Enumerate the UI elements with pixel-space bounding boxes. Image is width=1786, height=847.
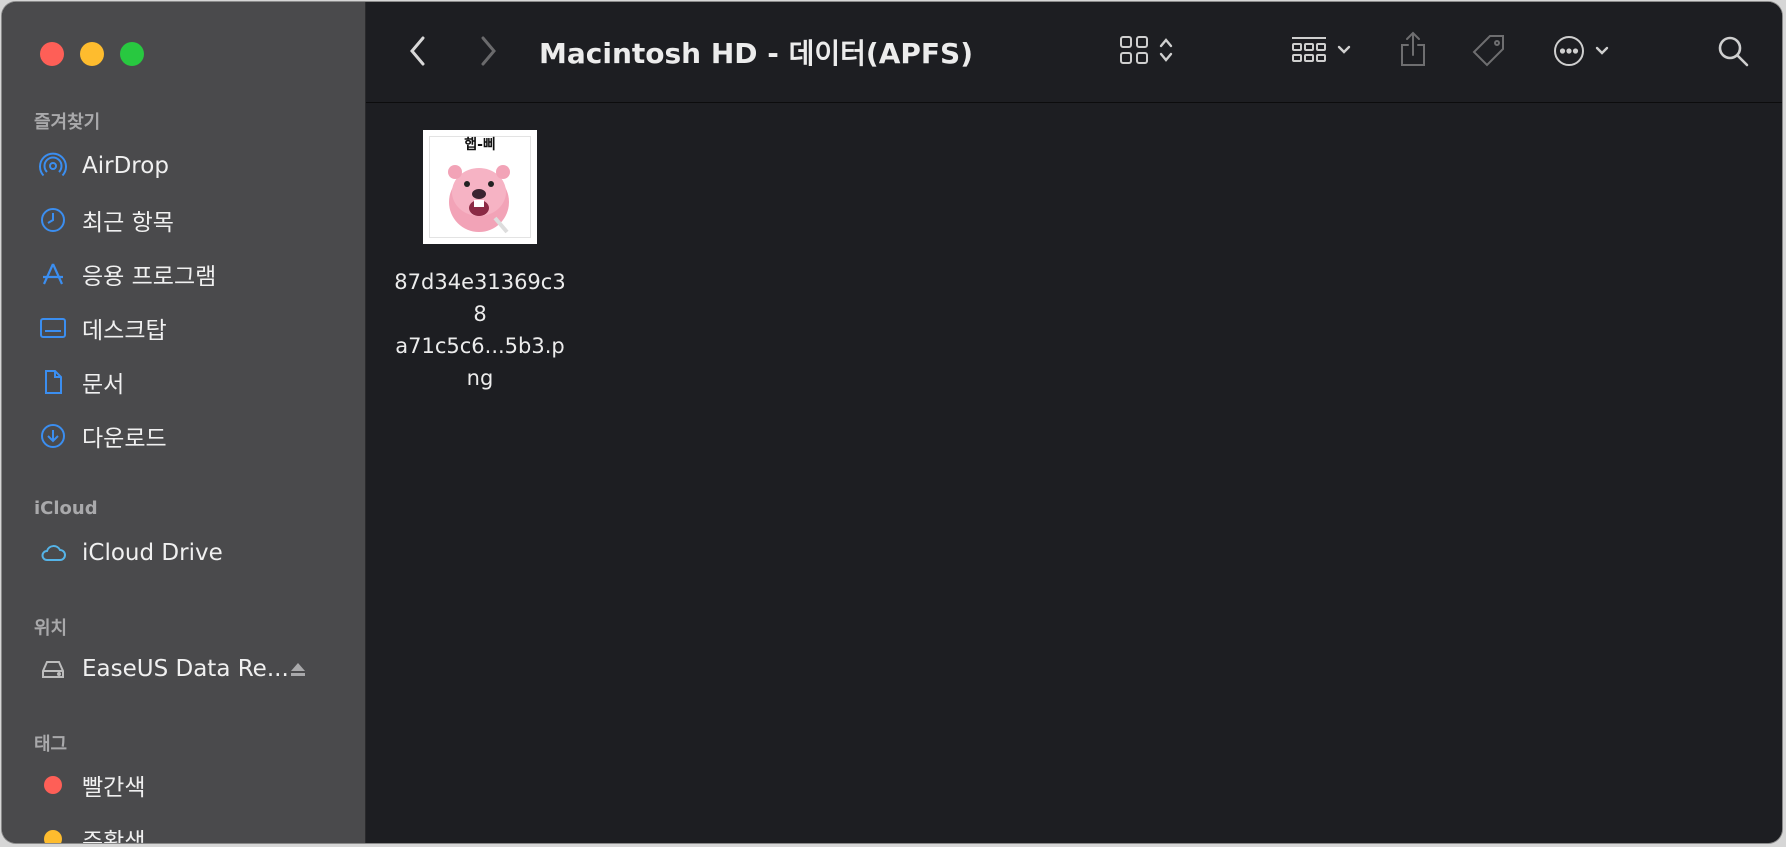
file-name: 87d34e31369c38 a71c5c6...5b3.png bbox=[390, 266, 570, 394]
sidebar-item-label: 다운로드 bbox=[82, 426, 167, 452]
updown-chevron-icon bbox=[1158, 35, 1174, 65]
airdrop-icon bbox=[38, 151, 68, 181]
tag-button[interactable] bbox=[1470, 32, 1508, 70]
icloud-section-title: iCloud bbox=[34, 498, 98, 519]
tag-icon bbox=[1470, 32, 1508, 70]
sidebar-item-label: 데스크탑 bbox=[82, 318, 167, 344]
search-button[interactable] bbox=[1716, 34, 1750, 68]
back-button[interactable] bbox=[406, 34, 430, 68]
sidebar-item-label: 빨간색 bbox=[82, 775, 146, 801]
chevron-down-icon bbox=[1594, 45, 1610, 57]
favorites-section-title: 즐겨찾기 bbox=[34, 112, 101, 133]
eject-icon[interactable] bbox=[288, 659, 308, 685]
sidebar: 즐겨찾기 AirDrop 최근 항목 응용 프로그램 데스크탑 문서 다운로드 … bbox=[2, 2, 366, 843]
document-icon bbox=[38, 367, 68, 397]
sidebar-item-downloads[interactable]: 다운로드 bbox=[38, 416, 338, 456]
minimize-button[interactable] bbox=[80, 42, 104, 66]
drive-icon bbox=[38, 654, 68, 684]
orange-tag-dot bbox=[38, 824, 68, 843]
clock-icon bbox=[38, 205, 68, 235]
sidebar-item-label: iCloud Drive bbox=[82, 540, 223, 566]
more-actions-button[interactable] bbox=[1552, 34, 1610, 68]
sidebar-item-label: EaseUS Data Re... bbox=[82, 656, 289, 682]
desktop-icon bbox=[38, 313, 68, 343]
group-grid-icon bbox=[1290, 34, 1328, 66]
window-controls bbox=[40, 42, 144, 66]
sidebar-item-label: 최근 항목 bbox=[82, 210, 174, 236]
sidebar-item-tag-red[interactable]: 빨간색 bbox=[38, 765, 338, 805]
applications-icon bbox=[38, 259, 68, 289]
sidebar-item-label: 응용 프로그램 bbox=[82, 264, 217, 290]
thumbnail-caption: 햅-삐 bbox=[464, 137, 496, 153]
file-item[interactable]: 햅-삐 87d34e31369c38 a71c5c6...5b3.png bbox=[390, 130, 570, 394]
sidebar-item-desktop[interactable]: 데스크탑 bbox=[38, 308, 338, 348]
chevron-down-icon bbox=[1336, 44, 1352, 56]
chevron-left-icon bbox=[406, 34, 430, 68]
sidebar-item-label: 주황색 bbox=[82, 829, 146, 843]
file-thumbnail: 햅-삐 bbox=[423, 130, 537, 244]
sidebar-item-easeus-drive[interactable]: EaseUS Data Re... bbox=[38, 649, 330, 689]
red-tag-dot bbox=[38, 770, 68, 800]
search-icon bbox=[1716, 34, 1750, 68]
sidebar-item-airdrop[interactable]: AirDrop bbox=[38, 146, 338, 186]
sidebar-item-documents[interactable]: 문서 bbox=[38, 362, 338, 402]
zoom-button[interactable] bbox=[120, 42, 144, 66]
sidebar-item-label: AirDrop bbox=[82, 153, 169, 179]
main-pane: Macintosh HD - 데이터(APFS) 햅-삐 87d34e31369… bbox=[366, 2, 1782, 843]
sidebar-item-recents[interactable]: 최근 항목 bbox=[38, 200, 338, 240]
sidebar-item-icloud-drive[interactable]: iCloud Drive bbox=[38, 533, 338, 573]
toolbar: Macintosh HD - 데이터(APFS) bbox=[366, 2, 1782, 103]
file-name-line-1: 87d34e31369c38 bbox=[394, 270, 566, 326]
share-button[interactable] bbox=[1398, 30, 1428, 68]
file-name-line-2: a71c5c6...5b3.png bbox=[395, 334, 565, 390]
grid-view-icon bbox=[1118, 34, 1150, 66]
finder-window: 즐겨찾기 AirDrop 최근 항목 응용 프로그램 데스크탑 문서 다운로드 … bbox=[2, 2, 1782, 843]
locations-section-title: 위치 bbox=[34, 618, 68, 639]
sidebar-item-label: 문서 bbox=[82, 372, 125, 398]
share-icon bbox=[1398, 30, 1428, 68]
beaver-character-image bbox=[448, 165, 510, 234]
ellipsis-circle-icon bbox=[1552, 34, 1586, 68]
group-button[interactable] bbox=[1290, 34, 1352, 66]
forward-button[interactable] bbox=[476, 34, 500, 68]
sidebar-item-tag-orange[interactable]: 주황색 bbox=[38, 819, 338, 843]
chevron-right-icon bbox=[476, 34, 500, 68]
download-icon bbox=[38, 421, 68, 451]
view-mode-button[interactable] bbox=[1118, 34, 1174, 66]
window-title: Macintosh HD - 데이터(APFS) bbox=[539, 37, 974, 70]
tags-section-title: 태그 bbox=[34, 734, 68, 755]
cloud-icon bbox=[38, 538, 68, 568]
sidebar-item-applications[interactable]: 응용 프로그램 bbox=[38, 254, 338, 294]
close-button[interactable] bbox=[40, 42, 64, 66]
